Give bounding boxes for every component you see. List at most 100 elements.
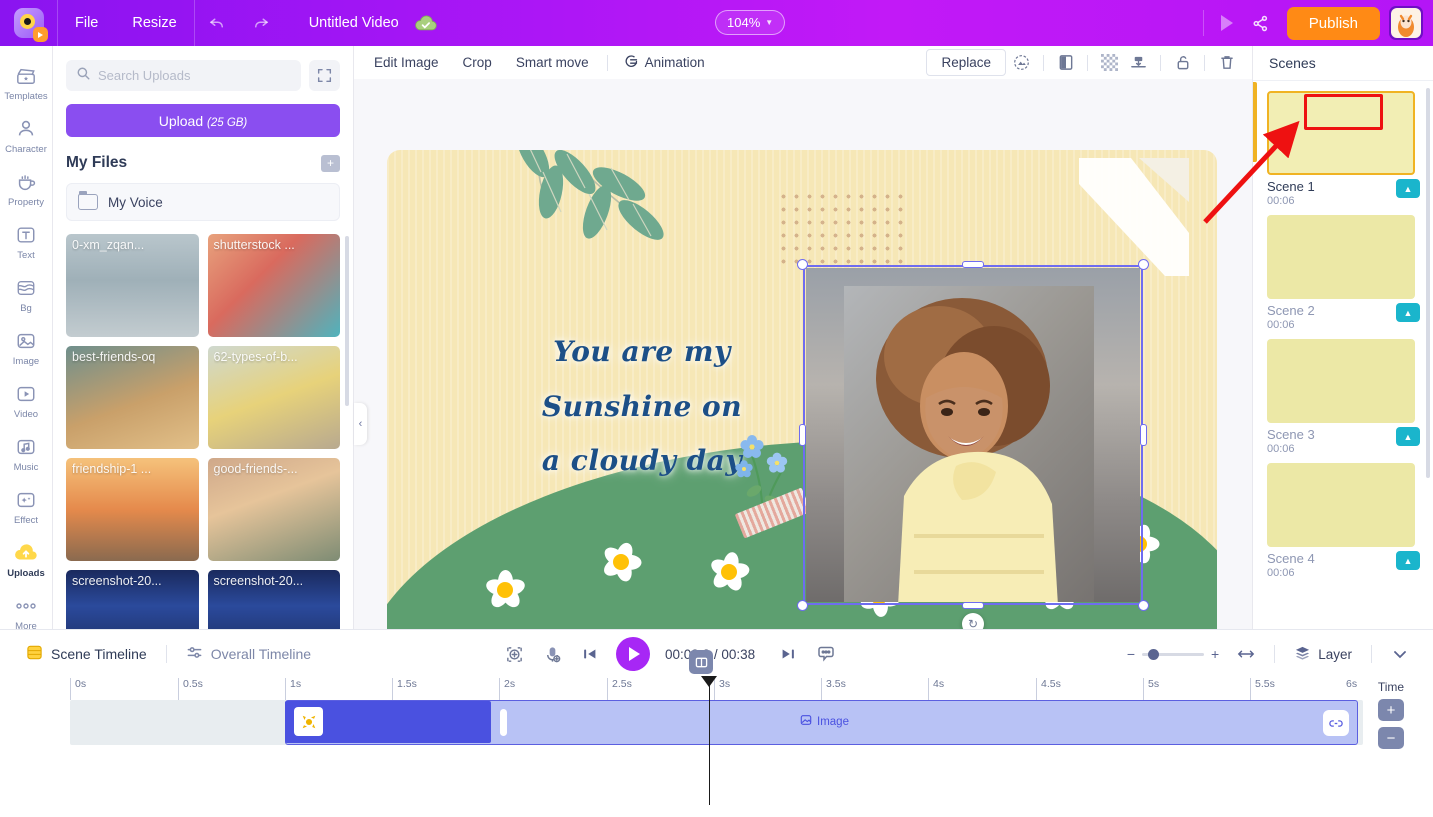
- resize-handle-br[interactable]: [1138, 600, 1149, 611]
- remove-background-icon[interactable]: [1008, 49, 1035, 76]
- share-icon[interactable]: [1244, 6, 1278, 40]
- rail-item-uploads[interactable]: Uploads: [0, 541, 53, 579]
- tab-scene-timeline[interactable]: Scene Timeline: [16, 644, 157, 664]
- rail-item-bg[interactable]: Bg: [0, 276, 53, 314]
- upload-thumbnail[interactable]: 0-xm_zqan...: [66, 234, 199, 337]
- rail-item-effect[interactable]: Effect: [0, 488, 53, 526]
- rail-item-more[interactable]: More: [0, 594, 53, 632]
- rail-item-property[interactable]: Property: [0, 170, 53, 208]
- canvas-stage[interactable]: ‹ You are my Sunshine on a cloudy day ↻: [354, 79, 1252, 670]
- menu-resize[interactable]: Resize: [115, 0, 193, 46]
- scene-item[interactable]: Scene 2 00:06 ▲: [1267, 215, 1420, 331]
- scene-thumbnail[interactable]: [1267, 215, 1415, 299]
- lock-icon[interactable]: [1169, 49, 1196, 76]
- replace-button[interactable]: Replace: [926, 49, 1006, 76]
- delete-icon[interactable]: [1213, 49, 1240, 76]
- folder-my-voice[interactable]: My Voice: [66, 183, 340, 221]
- resize-handle-bottom[interactable]: [962, 602, 984, 609]
- scene-upload-icon[interactable]: ▲: [1396, 551, 1420, 570]
- rail-item-templates[interactable]: Templates: [0, 64, 53, 102]
- project-title[interactable]: Untitled Video: [283, 15, 413, 31]
- record-voice-icon[interactable]: [533, 635, 571, 673]
- edit-image-button[interactable]: Edit Image: [370, 55, 451, 70]
- search-input[interactable]: [98, 68, 291, 83]
- scene-thumbnail[interactable]: [1267, 463, 1415, 547]
- resize-handle-left[interactable]: [799, 424, 806, 446]
- scene-upload-icon[interactable]: ▲: [1396, 303, 1420, 322]
- mask-shape-icon[interactable]: [1052, 49, 1079, 76]
- link-icon[interactable]: [1323, 710, 1349, 736]
- transparency-icon[interactable]: [1096, 49, 1123, 76]
- app-logo[interactable]: [0, 0, 58, 46]
- resize-handle-top[interactable]: [962, 261, 984, 268]
- playhead-grip[interactable]: [689, 650, 713, 674]
- minus-icon[interactable]: −: [1127, 646, 1135, 662]
- skip-previous-icon[interactable]: [571, 635, 609, 673]
- redo-icon[interactable]: [239, 0, 283, 46]
- avatar[interactable]: [1389, 6, 1423, 40]
- zoom-level-selector[interactable]: 104% ▼: [715, 10, 786, 35]
- resize-handle-right[interactable]: [1140, 424, 1147, 446]
- zoom-knob[interactable]: [1148, 648, 1160, 660]
- playhead-icon[interactable]: [689, 650, 717, 805]
- upload-thumbnail[interactable]: friendship-1 ...: [66, 458, 199, 561]
- rail-item-character[interactable]: Character: [0, 117, 53, 155]
- timeline-zoom-slider[interactable]: − +: [1127, 646, 1219, 662]
- time-plus-button[interactable]: +: [1378, 699, 1404, 721]
- selection-border: [803, 265, 1143, 605]
- resize-handle-tr[interactable]: [1138, 259, 1149, 270]
- plus-icon[interactable]: +: [1211, 646, 1219, 662]
- upload-thumbnail[interactable]: shutterstock ...: [207, 234, 340, 337]
- preview-play-icon[interactable]: [1210, 6, 1244, 40]
- animation-button[interactable]: Animation: [614, 54, 715, 72]
- layer-button[interactable]: Layer: [1284, 645, 1362, 664]
- scene-item[interactable]: Scene 1 00:06 ▲: [1267, 91, 1420, 207]
- upload-thumbnail[interactable]: 62-types-of-b...: [207, 346, 340, 449]
- rail-item-text[interactable]: Text: [0, 223, 53, 261]
- tab-overall-timeline[interactable]: Overall Timeline: [176, 644, 321, 664]
- play-icon[interactable]: [616, 637, 650, 671]
- upload-thumbnail[interactable]: best-friends-oq: [66, 346, 199, 449]
- expand-fullscreen-icon[interactable]: [309, 60, 340, 91]
- menu-file[interactable]: File: [58, 0, 115, 46]
- zoom-track[interactable]: [1142, 648, 1205, 660]
- scene-item[interactable]: Scene 4 00:06 ▲: [1267, 463, 1420, 579]
- scene-thumbnail[interactable]: [1267, 339, 1415, 423]
- scene-item[interactable]: Scene 3 00:06 ▲: [1267, 339, 1420, 455]
- upload-button[interactable]: Upload (25 GB): [66, 104, 340, 137]
- scene-name: Scene 4: [1267, 551, 1315, 566]
- resize-handle-tl[interactable]: [797, 259, 808, 270]
- align-icon[interactable]: [1125, 49, 1152, 76]
- panel-scrollbar[interactable]: [345, 236, 349, 406]
- rail-item-video[interactable]: Video: [0, 382, 53, 420]
- publish-button[interactable]: Publish: [1286, 6, 1380, 40]
- resize-handle-bl[interactable]: [797, 600, 808, 611]
- smart-move-button[interactable]: Smart move: [504, 55, 601, 70]
- upload-thumbnail[interactable]: good-friends-...: [207, 458, 340, 561]
- scene-upload-icon[interactable]: ▲: [1396, 179, 1420, 198]
- rail-item-music[interactable]: Music: [0, 435, 53, 473]
- design-card[interactable]: You are my Sunshine on a cloudy day ↻: [387, 150, 1217, 670]
- plus-icon[interactable]: +: [321, 154, 340, 172]
- fit-width-icon[interactable]: [1227, 635, 1265, 673]
- crop-button[interactable]: Crop: [451, 55, 504, 70]
- scenes-scrollbar[interactable]: [1426, 88, 1430, 478]
- time-minus-button[interactable]: −: [1378, 727, 1404, 749]
- scene-duration: 00:06: [1267, 319, 1295, 331]
- chevron-left-icon[interactable]: ‹: [354, 403, 367, 445]
- selected-image-element[interactable]: ↻: [779, 241, 1167, 635]
- chevron-down-icon[interactable]: [1381, 635, 1419, 673]
- rail-item-image[interactable]: Image: [0, 329, 53, 367]
- subtitle-icon[interactable]: [807, 635, 845, 673]
- skip-next-icon[interactable]: [769, 635, 807, 673]
- zoom-level-value: 104%: [727, 15, 761, 30]
- timeline-track[interactable]: Image: [70, 700, 1363, 745]
- scene-upload-icon[interactable]: ▲: [1396, 427, 1420, 446]
- scene-thumbnail[interactable]: [1267, 91, 1415, 175]
- thumbnail-caption: best-friends-oq: [72, 350, 156, 364]
- image-clip-icon: [800, 714, 812, 729]
- undo-icon[interactable]: [195, 0, 239, 46]
- clip-trim-handle[interactable]: [500, 709, 507, 736]
- search-box[interactable]: [66, 60, 301, 91]
- add-element-icon[interactable]: [495, 635, 533, 673]
